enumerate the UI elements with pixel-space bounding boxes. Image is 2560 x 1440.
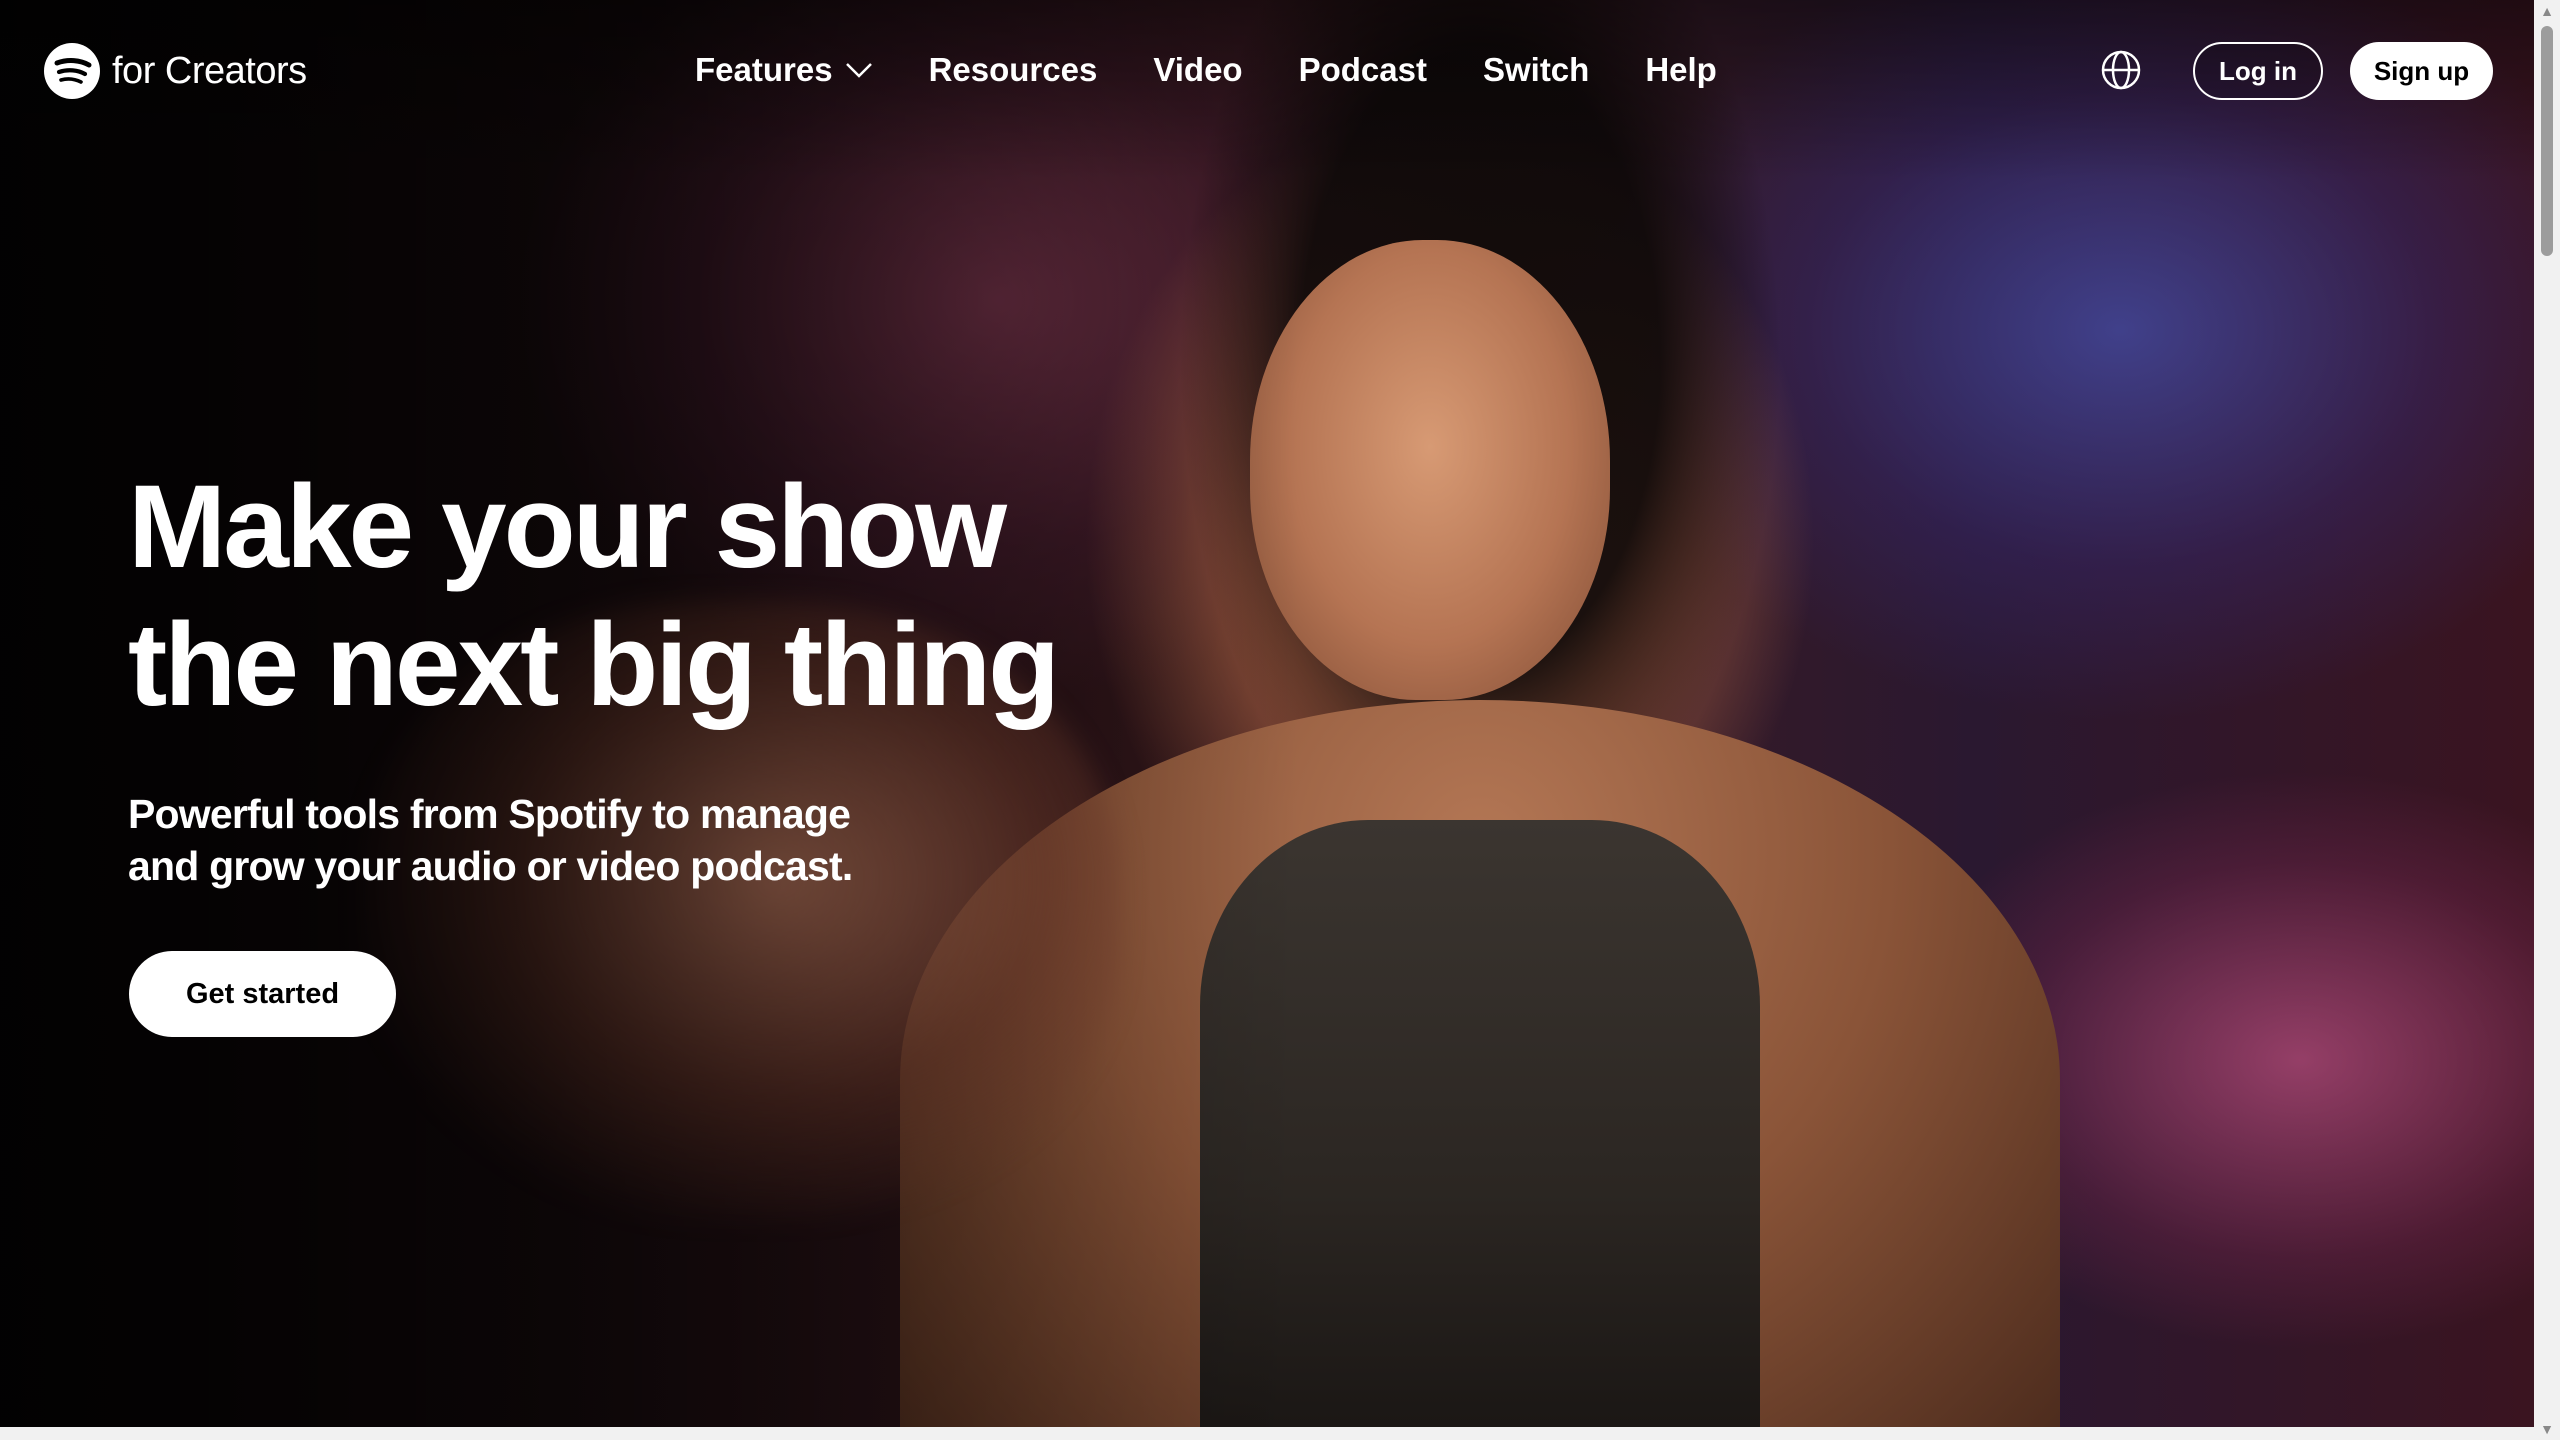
vertical-scrollbar[interactable]: ▲ ▼: [2534, 0, 2560, 1440]
hero-subtitle-line: and grow your audio or video podcast.: [128, 843, 853, 889]
nav-item-label: Features: [695, 51, 833, 88]
main-nav: Features Resources Video Podcast Switch …: [695, 40, 1717, 100]
hero-title-line: the next big thing: [128, 599, 1060, 731]
spotify-for-creators-logo[interactable]: for Creators: [44, 42, 307, 100]
hero-title: Make your show the next big thing: [128, 458, 1228, 734]
get-started-button[interactable]: Get started: [129, 951, 396, 1037]
nav-item-label: Podcast: [1298, 51, 1427, 88]
site-header: for Creators Features Resources Video Po…: [0, 0, 2534, 140]
hero-photo-face: [1250, 240, 1610, 700]
horizontal-scrollbar-track: [0, 1427, 2534, 1440]
nav-item-podcast[interactable]: Podcast: [1299, 51, 1427, 89]
globe-icon[interactable]: [2099, 48, 2143, 92]
hero-photo-clothing: [1200, 820, 1760, 1427]
chevron-down-icon: [845, 63, 872, 78]
nav-item-help[interactable]: Help: [1645, 51, 1717, 89]
nav-item-video[interactable]: Video: [1153, 51, 1242, 89]
login-button[interactable]: Log in: [2193, 42, 2323, 100]
scroll-down-arrow-icon[interactable]: ▼: [2534, 1418, 2560, 1440]
scrollbar-thumb[interactable]: [2541, 26, 2553, 256]
nav-item-label: Switch: [1482, 51, 1590, 88]
scroll-up-arrow-icon[interactable]: ▲: [2534, 0, 2560, 22]
hero-section: for Creators Features Resources Video Po…: [0, 0, 2534, 1427]
spotify-icon: [44, 43, 100, 99]
hero-subtitle: Powerful tools from Spotify to manage an…: [128, 788, 948, 892]
nav-item-features[interactable]: Features: [695, 51, 873, 89]
nav-item-switch[interactable]: Switch: [1483, 51, 1589, 89]
nav-item-resources[interactable]: Resources: [929, 51, 1098, 89]
hero-photo-hair: [1170, 0, 1790, 1000]
nav-item-label: Resources: [928, 51, 1098, 88]
nav-item-label: Video: [1153, 51, 1243, 88]
nav-item-label: Help: [1645, 51, 1717, 88]
signup-button[interactable]: Sign up: [2350, 42, 2493, 100]
hero-title-line: Make your show: [128, 461, 1007, 593]
logo-text: for Creators: [112, 49, 307, 92]
hero-subtitle-line: Powerful tools from Spotify to manage: [128, 791, 851, 837]
hero-photo-shoulders: [900, 700, 2060, 1427]
